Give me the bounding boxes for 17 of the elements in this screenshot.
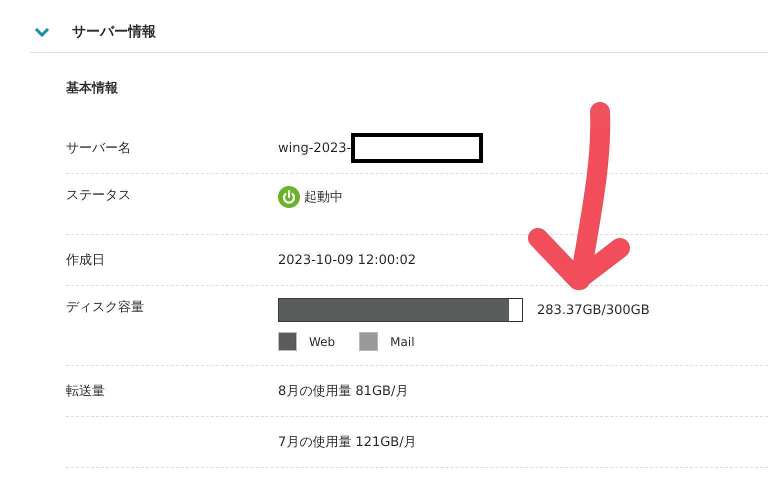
info-value: 7月の使用量 121GB/月 bbox=[278, 434, 417, 451]
info-label: 作成日 bbox=[66, 252, 106, 269]
legend-label: Web bbox=[309, 334, 336, 348]
info-label: サーバー名 bbox=[66, 140, 132, 157]
section-title: サーバー情報 bbox=[72, 23, 156, 41]
legend-label: Mail bbox=[390, 334, 415, 348]
info-label: ステータス bbox=[66, 187, 132, 204]
info-value: wing-2023- bbox=[278, 140, 352, 156]
subsection-title: 基本情報 bbox=[66, 80, 119, 98]
info-label: 転送量 bbox=[66, 383, 106, 400]
disk-usage-value: 283.37GB/300GB bbox=[537, 302, 650, 318]
power-icon bbox=[278, 186, 300, 208]
info-value: 8月の使用量 81GB/月 bbox=[278, 383, 408, 400]
info-value: 2023-10-09 12:00:02 bbox=[278, 252, 416, 268]
status-value: 起動中 bbox=[304, 189, 343, 206]
chevron-icon[interactable] bbox=[34, 27, 50, 37]
info-label: ディスク容量 bbox=[66, 299, 145, 316]
